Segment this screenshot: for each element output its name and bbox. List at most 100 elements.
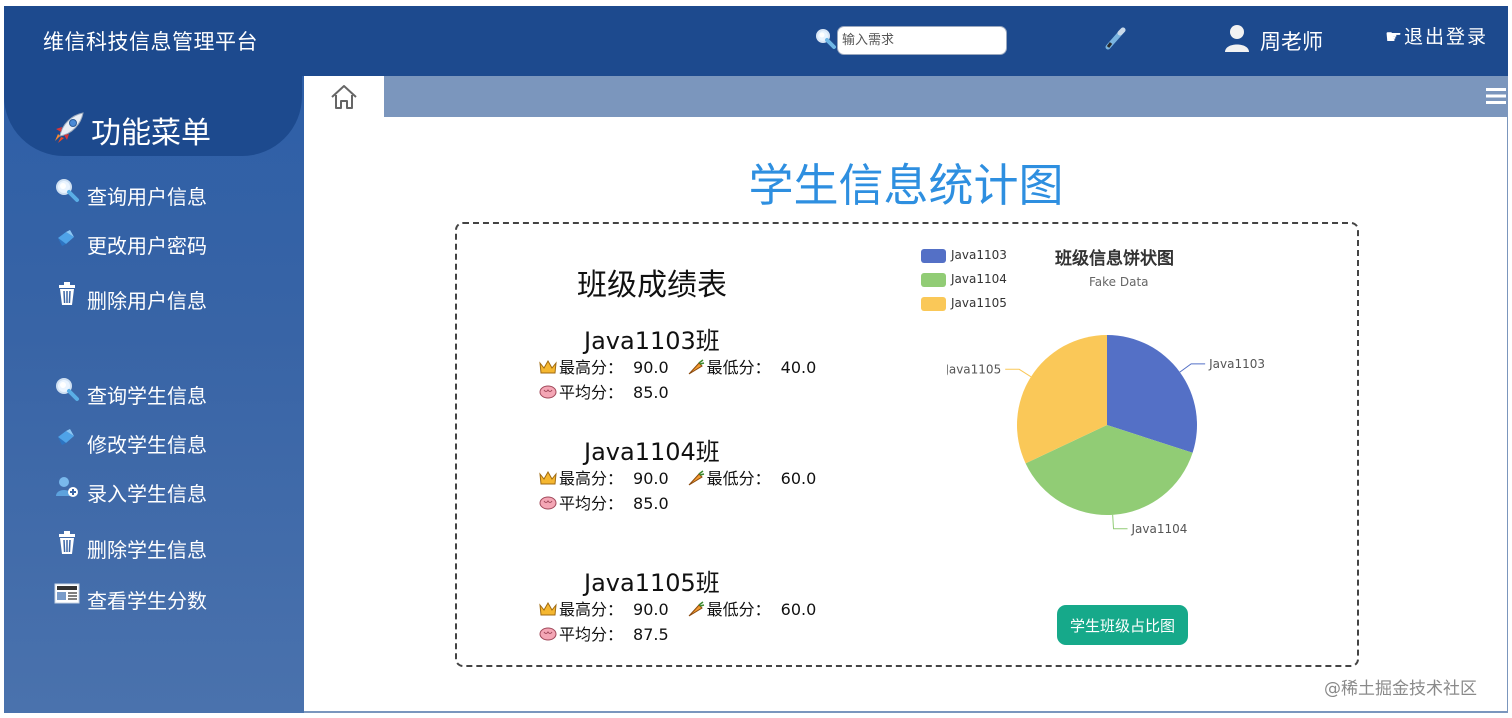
sidebar-item-change-password[interactable]: 更改用户密码 bbox=[54, 226, 294, 258]
max-score-value: 90.0 bbox=[633, 358, 669, 377]
sidebar-item-edit-student[interactable]: 修改学生信息 bbox=[54, 425, 294, 457]
statistics-panel: 班级成绩表 Java1103班 最高分： 90.0 最低分： 40.0 平均分： 85.… bbox=[455, 222, 1359, 667]
user-icon bbox=[1225, 25, 1249, 52]
chart-subtitle: Fake Data bbox=[1089, 275, 1149, 289]
app-window: 维信科技信息管理平台 周老师 ☛退出登录 bbox=[4, 6, 1508, 713]
sidebar-item-label: 查看学生分数 bbox=[87, 589, 207, 613]
class-name: Java1103班 bbox=[584, 327, 720, 355]
magnifier-icon bbox=[56, 179, 79, 202]
pie-data-label: Java1103 bbox=[1208, 357, 1265, 371]
magnifier-icon bbox=[56, 378, 79, 401]
sidebar-item-view-scores[interactable]: 查看学生分数 bbox=[54, 581, 294, 613]
legend-label: Java1105 bbox=[951, 296, 1007, 310]
rocket-icon bbox=[55, 112, 84, 143]
carrot-icon bbox=[688, 470, 704, 486]
max-score-value: 90.0 bbox=[633, 469, 669, 488]
max-score-label: 最高分： bbox=[559, 358, 624, 377]
brain-icon bbox=[539, 385, 557, 399]
score-table-title: 班级成绩表 bbox=[577, 268, 727, 303]
chart-title: 班级信息饼状图 bbox=[1055, 249, 1174, 269]
min-score-label: 最低分： bbox=[706, 469, 771, 488]
max-score-label: 最高分： bbox=[559, 469, 624, 488]
legend-swatch bbox=[921, 297, 946, 311]
carrot-icon bbox=[688, 601, 704, 617]
stat-row-max-min: 最高分： 90.0 最低分： 40.0 bbox=[539, 354, 817, 377]
carrot-icon bbox=[688, 359, 704, 375]
sidebar-item-query-user[interactable]: 查询用户信息 bbox=[54, 177, 294, 209]
legend-label: Java1103 bbox=[951, 248, 1007, 262]
search-icon[interactable] bbox=[815, 28, 837, 50]
stat-row-max-min: 最高分： 90.0 最低分： 60.0 bbox=[539, 465, 817, 488]
class-score-block: Java1105班 最高分： 90.0 最低分： 60.0 平均分： 87.5 bbox=[539, 563, 839, 645]
home-icon bbox=[331, 85, 357, 109]
class-score-block: Java1103班 最高分： 90.0 最低分： 40.0 平均分： 85.0 bbox=[539, 321, 839, 403]
pen-icon[interactable] bbox=[1102, 24, 1130, 52]
trash-icon bbox=[59, 282, 75, 305]
min-score-value: 60.0 bbox=[780, 600, 817, 619]
tab-home[interactable] bbox=[304, 76, 384, 117]
main-content: 学生信息统计图 班级成绩表 Java1103班 最高分： 90.0 最低分： 40.0… bbox=[304, 117, 1508, 713]
pie-label-line bbox=[1179, 363, 1206, 373]
logout-button[interactable]: ☛退出登录 bbox=[1385, 22, 1488, 49]
search-input[interactable] bbox=[837, 26, 1007, 55]
stat-row-average: 平均分： 85.0 bbox=[539, 379, 669, 402]
sidebar-item-label: 查询用户信息 bbox=[87, 185, 207, 209]
pie-label-line bbox=[1112, 514, 1128, 530]
legend-label: Java1104 bbox=[951, 272, 1007, 286]
class-name: Java1105班 bbox=[584, 569, 720, 597]
sidebar-item-delete-user[interactable]: 删除用户信息 bbox=[54, 281, 294, 313]
class-score-block: Java1104班 最高分： 90.0 最低分： 60.0 平均分： 85.0 bbox=[539, 432, 839, 514]
pie-data-label: Java1105 bbox=[947, 362, 1001, 376]
sidebar-item-label: 查询学生信息 bbox=[87, 384, 207, 408]
page-title: 学生信息统计图 bbox=[748, 159, 1064, 212]
key-icon bbox=[58, 429, 74, 445]
min-score-value: 40.0 bbox=[780, 358, 817, 377]
avg-score-value: 85.0 bbox=[633, 494, 669, 513]
avg-score-value: 87.5 bbox=[633, 625, 669, 644]
key-icon bbox=[58, 230, 74, 246]
max-score-value: 90.0 bbox=[633, 600, 669, 619]
max-score-label: 最高分： bbox=[559, 600, 624, 619]
stat-row-average: 平均分： 87.5 bbox=[539, 621, 669, 644]
sidebar-item-label: 修改学生信息 bbox=[87, 433, 207, 457]
trash-icon bbox=[59, 531, 75, 554]
min-score-label: 最低分： bbox=[706, 358, 771, 377]
hamburger-menu-icon[interactable] bbox=[1486, 87, 1506, 105]
brain-icon bbox=[539, 627, 557, 641]
add-user-icon bbox=[56, 477, 78, 497]
sidebar-item-label: 删除学生信息 bbox=[87, 538, 207, 562]
newspaper-icon bbox=[54, 583, 80, 604]
user-name: 周老师 bbox=[1260, 30, 1323, 54]
avg-score-value: 85.0 bbox=[633, 383, 669, 402]
crown-icon bbox=[539, 470, 557, 485]
sidebar-item-label: 录入学生信息 bbox=[87, 482, 207, 506]
pie-label-line bbox=[1005, 368, 1032, 378]
class-name: Java1104班 bbox=[584, 438, 720, 466]
sidebar-item-delete-student[interactable]: 删除学生信息 bbox=[54, 530, 294, 562]
avg-score-label: 平均分： bbox=[559, 383, 624, 402]
stat-row-average: 平均分： 85.0 bbox=[539, 490, 669, 513]
top-header: 维信科技信息管理平台 周老师 ☛退出登录 bbox=[4, 6, 1508, 76]
min-score-value: 60.0 bbox=[780, 469, 817, 488]
stat-row-max-min: 最高分： 90.0 最低分： 60.0 bbox=[539, 596, 817, 619]
brand-title: 维信科技信息管理平台 bbox=[43, 30, 258, 54]
crown-icon bbox=[539, 359, 557, 374]
tab-bar bbox=[304, 76, 1508, 117]
watermark: @稀土掘金技术社区 bbox=[1324, 679, 1477, 699]
crown-icon bbox=[539, 601, 557, 616]
legend-swatch bbox=[921, 249, 946, 263]
class-ratio-chart-button[interactable]: 学生班级占比图 bbox=[1057, 605, 1188, 645]
brain-icon bbox=[539, 496, 557, 510]
avg-score-label: 平均分： bbox=[559, 625, 624, 644]
menu-title: 功能菜单 bbox=[91, 116, 211, 151]
menu-header: 功能菜单 bbox=[4, 76, 302, 156]
legend-swatch bbox=[921, 273, 946, 287]
avg-score-label: 平均分： bbox=[559, 494, 624, 513]
sidebar-item-query-student[interactable]: 查询学生信息 bbox=[54, 376, 294, 408]
sidebar-item-add-student[interactable]: 录入学生信息 bbox=[54, 474, 294, 506]
sidebar-item-label: 更改用户密码 bbox=[87, 234, 207, 258]
pie-chart: Java1103 Java1104 Java1105 bbox=[947, 335, 1265, 536]
min-score-label: 最低分： bbox=[706, 600, 771, 619]
sidebar-item-label: 删除用户信息 bbox=[87, 289, 207, 313]
sidebar: 功能菜单 查询用户信息 更改用户密码 删除用户信息 查询学生信息 修改学生信息 … bbox=[4, 76, 304, 713]
